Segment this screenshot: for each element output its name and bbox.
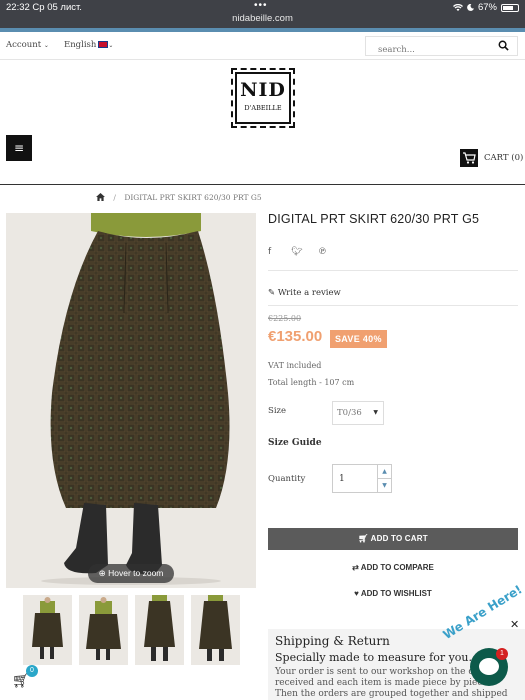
thumbnail-1[interactable] [23,595,72,665]
chevron-down-icon: ⌄ [43,42,49,49]
ios-status-bar: 22:32 Ср 05 лист. ••• nidabeille.com 67% [0,0,525,28]
compare-icon: ⇄ [352,563,359,572]
info-divider [268,305,518,306]
address-bar-url[interactable]: nidabeille.com [0,13,525,24]
current-price: €135.00 [268,328,323,345]
cart-label[interactable]: CART (0) [484,153,523,163]
header-divider [0,184,525,185]
shipping-body-3: Then the orders are grouped together and… [275,689,508,699]
increment-icon[interactable]: ▲ [378,465,391,479]
vat-note: VAT included [268,361,322,370]
chat-icon [479,658,499,675]
menu-button[interactable]: ≡ [6,135,32,161]
add-to-cart-button[interactable]: 🛒︎ ADD TO CART [268,528,518,550]
shipping-heading: Shipping & Return [275,634,390,648]
size-select[interactable]: T0/36 ▼ [332,401,384,425]
browser-more-dots[interactable]: ••• [254,0,268,11]
cart-icon[interactable] [460,149,478,167]
account-dropdown[interactable]: Account ⌄ [6,40,49,50]
facebook-icon[interactable]: f [268,247,271,257]
uk-flag-icon [98,41,109,48]
add-to-compare-button[interactable]: ⇄ ADD TO COMPARE [268,563,518,572]
battery-icon [501,3,519,12]
old-price: €225.00 [268,314,302,323]
language-dropdown[interactable]: English ⌄ [64,40,113,50]
thumbnail-4[interactable] [191,595,240,665]
logo-subtext: D'ABEILLE [244,104,282,112]
product-photo-illustration [6,213,256,588]
write-review-link[interactable]: ✎ Write a review [268,288,341,298]
save-badge: SAVE 40% [330,330,387,348]
thumbnail-2[interactable] [79,595,128,665]
product-main-image[interactable] [6,213,256,588]
quantity-stepper: ▲ ▼ [378,464,392,493]
home-icon[interactable] [96,193,105,201]
size-label: Size [268,406,287,416]
status-time: 22:32 Ср 05 лист. [6,2,82,13]
pencil-icon: ✎ [268,288,276,298]
battery-percent: 67% [477,2,497,13]
search-icon[interactable] [498,40,509,51]
zoom-icon: ⊕ [98,568,106,578]
quantity-input[interactable]: 1 [332,464,378,493]
info-divider [268,270,518,271]
logo-text: NID [240,79,286,101]
heart-icon: ♥ [354,589,359,598]
breadcrumb-current: DIGITAL PRT SKIRT 620/30 PRT G5 [124,193,262,202]
site-logo[interactable]: NID D'ABEILLE [231,68,295,128]
chevron-down-icon: ⌄ [108,42,114,49]
chat-unread-badge: 1 [496,648,508,660]
search-box [365,36,518,59]
thumbnail-3[interactable] [135,595,184,665]
search-input[interactable] [366,41,486,59]
close-icon[interactable]: ✕ [510,618,519,631]
decrement-icon[interactable]: ▼ [378,479,391,493]
cart-icon: 🛒︎ [358,534,369,543]
size-guide-link[interactable]: Size Guide [268,438,322,448]
twitter-icon[interactable]: 🐦︎ [291,247,302,257]
status-right-group: 67% [452,2,519,13]
moon-icon [467,4,474,11]
quantity-label: Quantity [268,474,306,484]
size-value: T0/36 [337,408,362,418]
hover-to-zoom-pill: ⊕ Hover to zoom [88,564,174,583]
product-title: DIGITAL PRT SKIRT 620/30 PRT G5 [268,212,480,226]
wifi-icon [452,3,463,11]
breadcrumb: / DIGITAL PRT SKIRT 620/30 PRT G5 [96,193,262,202]
caret-down-icon: ▼ [373,409,378,416]
add-to-wishlist-button[interactable]: ♥ ADD TO WISHLIST [268,589,518,598]
pinterest-icon[interactable]: ℗ [318,247,327,257]
floating-cart-badge: 0 [26,665,38,677]
length-note: Total length - 107 cm [268,378,355,387]
